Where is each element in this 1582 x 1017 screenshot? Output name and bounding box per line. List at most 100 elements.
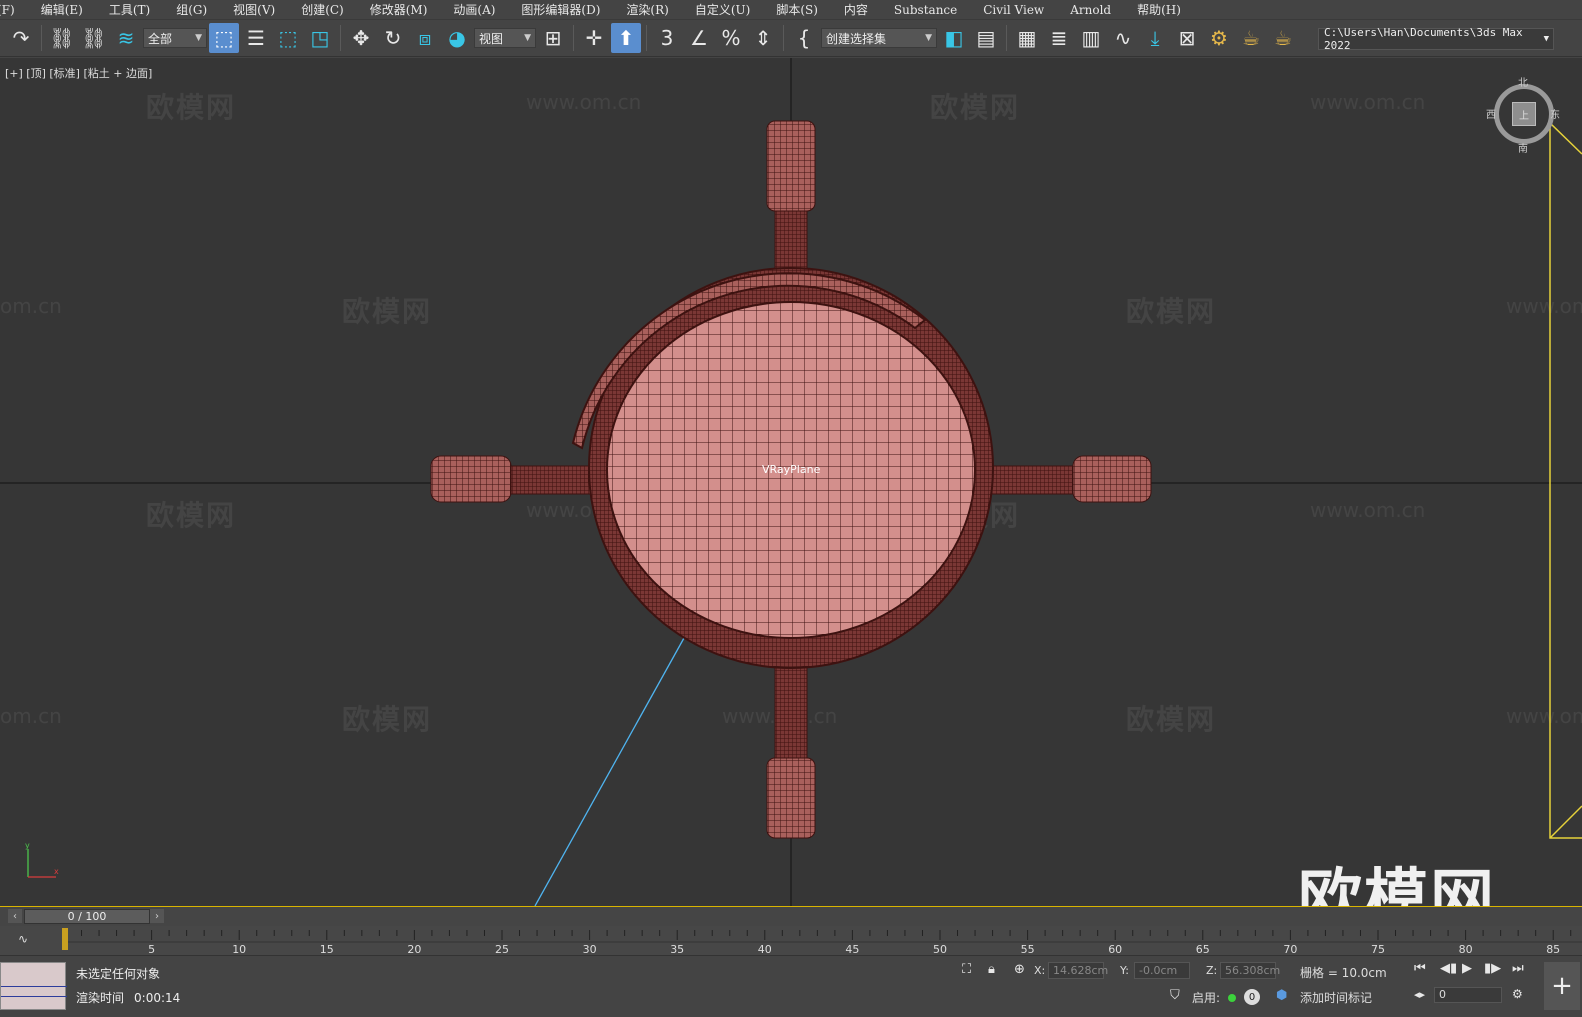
menu-bar: (F) 编辑(E) 工具(T) 组(G) 视图(V) 创建(C) 修改器(M) … — [0, 0, 1582, 20]
spinner-snap-icon[interactable]: ⇕ — [748, 23, 778, 53]
menu-edit[interactable]: 编辑(E) — [28, 1, 96, 18]
track-bar[interactable]: ∿ 5 10 15 20 25 30 35 40 45 50 55 60 65 70 75 80 85 — [0, 926, 1582, 956]
key-mode-toggle-icon[interactable]: ◂▸ — [1414, 988, 1425, 1001]
create-panel-plus-icon[interactable]: + — [1544, 962, 1580, 1010]
ruler-tick-label: 80 — [1459, 943, 1473, 956]
menu-scripting[interactable]: 脚本(S) — [763, 1, 831, 18]
add-time-tag-button[interactable]: 添加时间标记 — [1300, 989, 1372, 1006]
grid-spacing-text: 栅格 = 10.0cm — [1300, 966, 1387, 980]
menu-civil-view[interactable]: Civil View — [970, 3, 1057, 17]
previous-frame-icon[interactable]: ◀▮ — [1440, 961, 1457, 976]
toolbar-divider — [573, 25, 574, 51]
schematic-view-icon[interactable]: ⤓ — [1140, 23, 1170, 53]
angle-snap-icon[interactable]: ∠ — [684, 23, 714, 53]
align-icon[interactable]: ▤ — [971, 23, 1001, 53]
y-coordinate-label: Y: — [1120, 964, 1129, 977]
chair-mesh — [430, 120, 1152, 839]
layer-explorer-icon[interactable]: ≣ — [1044, 23, 1074, 53]
edit-named-selection-icon[interactable]: { — [789, 23, 819, 53]
pivot-center-icon[interactable]: ⊞ — [538, 23, 568, 53]
move-icon[interactable]: ✥ — [346, 23, 376, 53]
select-by-name-icon[interactable]: ☰ — [241, 23, 271, 53]
menu-help[interactable]: 帮助(H) — [1124, 1, 1194, 18]
y-coordinate-field[interactable]: -0.0cm — [1134, 962, 1190, 979]
ruler-tick-label: 15 — [320, 943, 334, 956]
absolute-mode-icon[interactable]: ⊕ — [1014, 962, 1025, 977]
playhead-marker[interactable] — [62, 928, 68, 950]
menu-modifiers[interactable]: 修改器(M) — [357, 1, 441, 18]
isolate-selection-icon[interactable]: ⛶ — [962, 962, 971, 977]
menu-group[interactable]: 组(G) — [163, 1, 220, 18]
chair-foot-left — [430, 455, 512, 503]
go-to-end-icon[interactable]: ⏭ — [1512, 961, 1524, 976]
rectangular-selection-icon[interactable]: ⬚ — [273, 23, 303, 53]
viewcube-top-face[interactable]: 上 — [1512, 102, 1536, 126]
ribbon-toggle-icon[interactable]: ▥ — [1076, 23, 1106, 53]
snaps-toggle-icon[interactable]: 3 — [652, 23, 682, 53]
track-ruler[interactable]: 5 10 15 20 25 30 35 40 45 50 55 60 65 70 75 80 85 — [62, 926, 1582, 956]
window-crossing-icon[interactable]: ◳ — [305, 23, 335, 53]
project-path-field[interactable]: C:\Users\Han\Documents\3ds Max 2022 ▼ — [1318, 26, 1554, 52]
percent-snap-icon[interactable]: % — [716, 23, 746, 53]
time-prev-icon[interactable]: ‹ — [8, 909, 22, 923]
mini-curve-editor-icon[interactable]: ∿ — [18, 932, 28, 946]
select-manipulate-icon[interactable]: ✛ — [579, 23, 609, 53]
adaptive-degradation-icon[interactable]: ⛉ — [1170, 988, 1180, 1003]
time-next-icon[interactable]: › — [150, 909, 164, 923]
compass-west: 西 — [1486, 110, 1496, 121]
time-slider-thumb[interactable]: 0 / 100 — [24, 909, 150, 924]
ruler-tick-label: 40 — [758, 943, 772, 956]
script-line — [1, 996, 67, 997]
menu-create[interactable]: 创建(C) — [288, 1, 357, 18]
go-to-start-icon[interactable]: ⏮ — [1414, 961, 1426, 976]
render-setup-icon[interactable]: ⚙ — [1204, 23, 1234, 53]
menu-graph-editors[interactable]: 图形编辑器(D) — [508, 1, 613, 18]
menu-file[interactable]: (F) — [0, 3, 28, 17]
time-configuration-icon[interactable]: ⚙ — [1512, 987, 1523, 1001]
menu-views[interactable]: 视图(V) — [220, 1, 288, 18]
menu-animation[interactable]: 动画(A) — [440, 1, 508, 18]
compass-east: 东 — [1550, 110, 1560, 121]
enabled-count-badge[interactable]: 0 — [1244, 989, 1260, 1005]
unlink-icon[interactable]: ⛓ — [79, 23, 109, 53]
menu-substance[interactable]: Substance — [881, 3, 970, 17]
current-frame-field[interactable]: 0 — [1434, 987, 1502, 1003]
named-selection-dropdown[interactable]: 创建选择集 ▼ — [821, 28, 937, 48]
top-viewport[interactable]: [+] [顶] [标准] [粘土 + 边面] 欧模网 www.om.cn 欧模网… — [0, 58, 1582, 906]
play-icon[interactable]: ▶ — [1462, 961, 1472, 976]
selection-filter-dropdown[interactable]: 全部 ▼ — [143, 28, 207, 48]
keyboard-shortcut-override-icon[interactable]: ⬆ — [611, 23, 641, 53]
maxscript-listener-mini[interactable] — [0, 962, 67, 1010]
z-coordinate-field[interactable]: 56.308cm — [1220, 962, 1280, 979]
menu-rendering[interactable]: 渲染(R) — [613, 1, 681, 18]
rendered-frame-window-icon[interactable]: ☕ — [1236, 23, 1266, 53]
time-tag-icon[interactable]: ⬢ — [1276, 988, 1287, 1003]
status-bar: 未选定任何对象 渲染时间 0:00:14 ⛶ 🔒︎ ⊕ X: 14.628cm Y… — [0, 956, 1582, 1017]
menu-tools[interactable]: 工具(T) — [96, 1, 163, 18]
x-coordinate-field[interactable]: 14.628cm — [1048, 962, 1108, 979]
ruler-tick-label: 65 — [1196, 943, 1210, 956]
curve-editor-icon[interactable]: ∿ — [1108, 23, 1138, 53]
select-object-icon[interactable]: ⬚ — [209, 23, 239, 53]
bind-space-warp-icon[interactable]: ≋ — [111, 23, 141, 53]
selection-lock-icon[interactable]: 🔒︎ — [988, 962, 995, 977]
mirror-icon[interactable]: ◧ — [939, 23, 969, 53]
rotate-icon[interactable]: ↻ — [378, 23, 408, 53]
link-icon[interactable]: ⛓ — [47, 23, 77, 53]
scene-explorer-icon[interactable]: ▦ — [1012, 23, 1042, 53]
menu-arnold[interactable]: Arnold — [1057, 3, 1124, 17]
reference-coordinate-dropdown[interactable]: 视图 ▼ — [474, 28, 536, 48]
place-icon[interactable]: ◕ — [442, 23, 472, 53]
ruler-tick-label: 35 — [670, 943, 684, 956]
chevron-down-icon: ▼ — [1543, 34, 1549, 44]
svg-text:x: x — [54, 867, 59, 876]
material-editor-icon[interactable]: ⊠ — [1172, 23, 1202, 53]
next-frame-icon[interactable]: ▮▶ — [1484, 961, 1501, 976]
menu-customize[interactable]: 自定义(U) — [682, 1, 763, 18]
light-target-line — [534, 637, 685, 906]
scale-icon[interactable]: ⧈ — [410, 23, 440, 53]
viewcube[interactable]: 上 北 南 东 西 — [1486, 78, 1560, 155]
render-production-icon[interactable]: ☕ — [1268, 23, 1298, 53]
redo-icon[interactable]: ↷ — [6, 23, 36, 53]
menu-content[interactable]: 内容 — [831, 1, 881, 18]
